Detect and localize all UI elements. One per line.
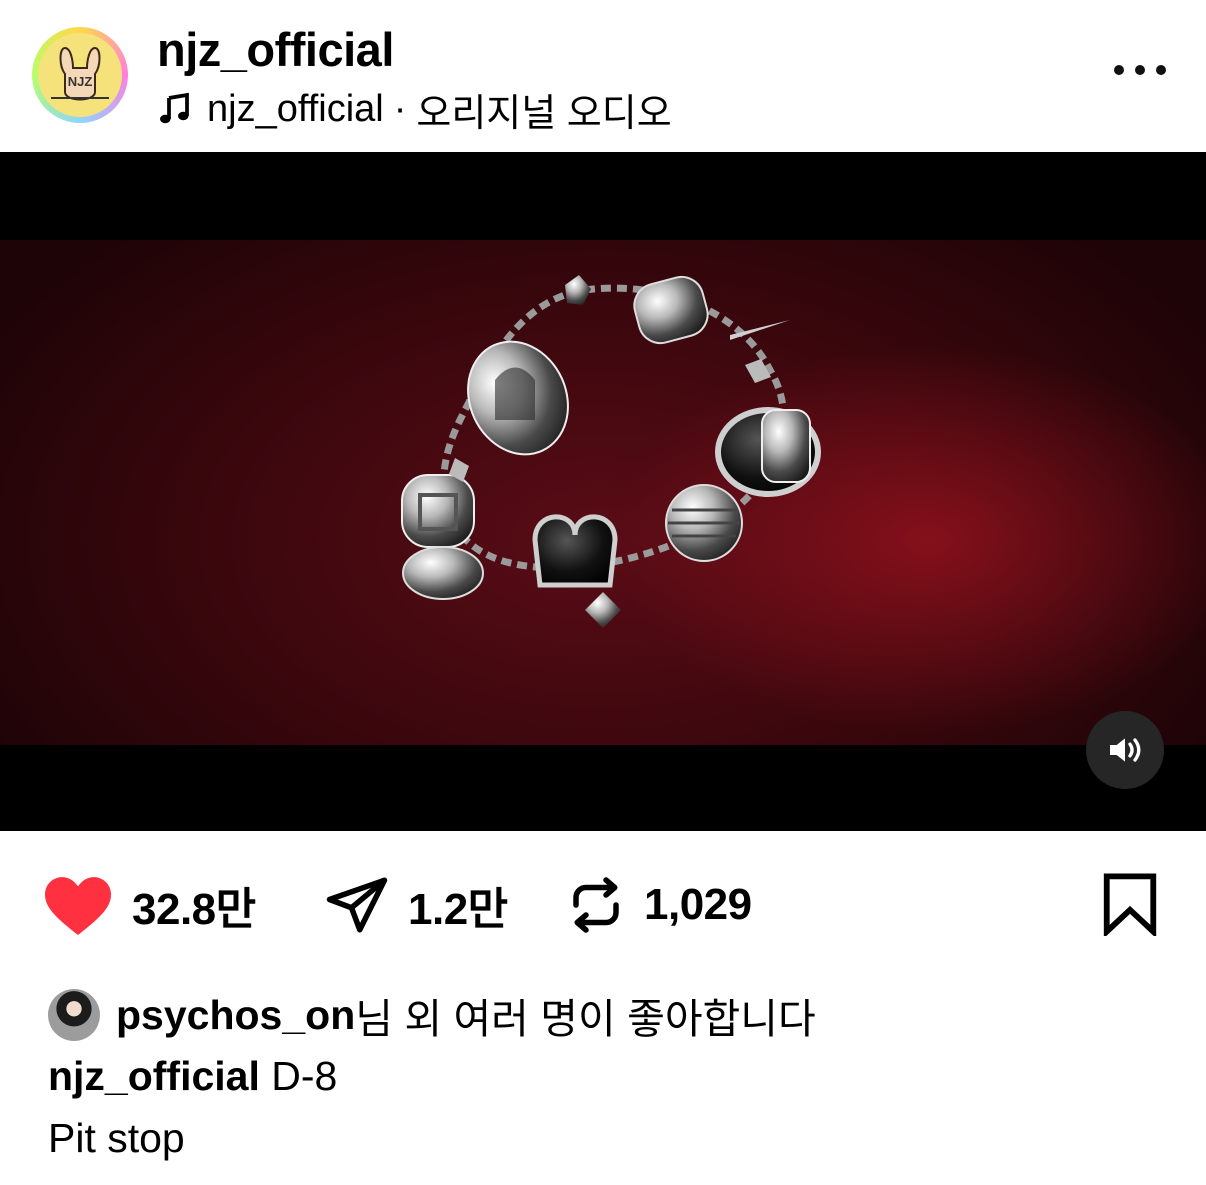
speaker-volume-icon — [1110, 738, 1141, 762]
audio-artist[interactable]: njz_official — [207, 88, 384, 131]
liker-username[interactable]: psychos_on — [116, 992, 355, 1039]
music-note-icon — [160, 92, 189, 123]
repost-icon — [573, 877, 619, 933]
action-bar: 32.8만 1.2만 1,029 — [0, 860, 1206, 950]
like-count[interactable]: 32.8만 — [132, 873, 256, 937]
like-button[interactable]: 32.8만 — [42, 860, 256, 950]
more-options-button[interactable] — [1114, 58, 1166, 82]
more-horizontal-icon — [1114, 65, 1124, 75]
bunny-logo-icon: NJZ — [51, 46, 109, 101]
repost-button[interactable]: 1,029 — [566, 860, 752, 950]
more-dot — [1135, 65, 1145, 75]
save-button[interactable] — [1100, 872, 1160, 939]
reel-video[interactable] — [0, 152, 1206, 831]
caption-username[interactable]: njz_official — [48, 1053, 260, 1099]
audio-separator: · — [393, 88, 407, 130]
bookmark-icon — [1103, 873, 1157, 939]
heart-filled-icon — [45, 877, 111, 935]
profile-avatar[interactable]: NJZ — [32, 27, 128, 123]
avatar-logo-text: NJZ — [68, 74, 93, 89]
audio-label[interactable]: 오리지널 오디오 — [416, 82, 671, 137]
caption-line-2: Pit stop — [48, 1115, 185, 1161]
avatar-logo: NJZ — [38, 33, 122, 117]
send-icon — [326, 877, 388, 933]
post-caption: njz_official D-8 — [48, 1053, 337, 1100]
mute-button[interactable] — [1086, 711, 1164, 789]
video-frame — [0, 240, 1206, 745]
liked-by-line[interactable]: psychos_on 님 외 여러 명이 좋아합니다 — [48, 985, 816, 1045]
caption-text: D-8 — [271, 1053, 338, 1099]
share-count[interactable]: 1.2만 — [408, 873, 508, 937]
share-button[interactable]: 1.2만 — [324, 860, 508, 950]
post-username[interactable]: njz_official — [157, 22, 394, 77]
post-header: NJZ njz_official njz_official · 오리지널 오디오 — [0, 0, 1206, 152]
more-dot — [1156, 65, 1166, 75]
repost-count[interactable]: 1,029 — [644, 880, 752, 930]
liked-by-text: 님 외 여러 명이 좋아합니다 — [355, 996, 816, 1042]
audio-attribution[interactable]: njz_official · 오리지널 오디오 — [157, 82, 672, 137]
charm-bracelet-image — [401, 275, 821, 628]
liker-avatar[interactable] — [48, 989, 100, 1041]
